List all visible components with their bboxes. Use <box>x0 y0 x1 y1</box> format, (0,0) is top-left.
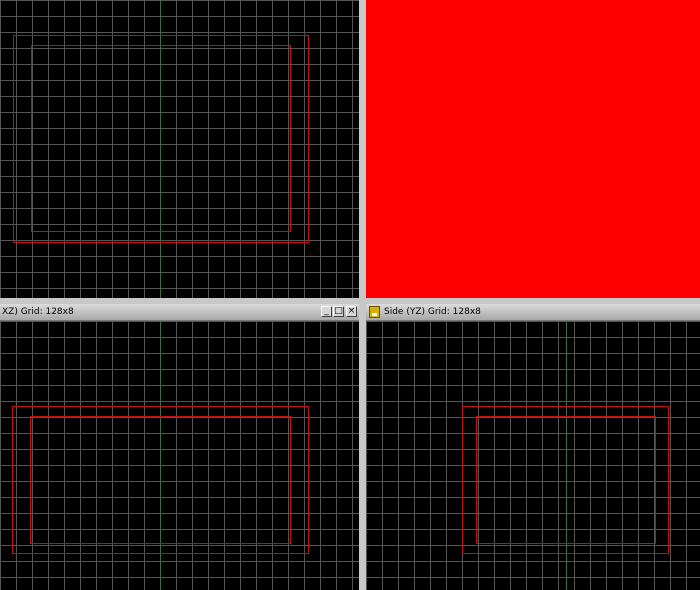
splitter-vertical-bottom[interactable] <box>359 304 366 590</box>
viewport-top-left[interactable] <box>0 0 359 298</box>
viewport-side[interactable] <box>366 321 700 590</box>
viewport-side-titlebar[interactable]: Side (YZ) Grid: 128x8 <box>366 304 700 321</box>
brush-inner[interactable] <box>476 416 656 544</box>
app-icon[interactable] <box>369 306 380 318</box>
brush-inner[interactable] <box>30 416 291 544</box>
viewport-front[interactable] <box>0 321 359 590</box>
minimize-button[interactable]: _ <box>321 306 332 317</box>
viewport-camera[interactable] <box>366 0 700 298</box>
viewport-front-title: XZ) Grid: 128x8 <box>2 307 74 317</box>
splitter-vertical-top[interactable] <box>359 0 366 298</box>
viewport-side-title: Side (YZ) Grid: 128x8 <box>384 307 481 317</box>
viewport-front-titlebar[interactable]: XZ) Grid: 128x8 _ □ × <box>0 304 359 321</box>
brush-inner[interactable] <box>31 45 291 232</box>
close-button[interactable]: × <box>346 306 357 317</box>
maximize-button[interactable]: □ <box>333 306 344 317</box>
